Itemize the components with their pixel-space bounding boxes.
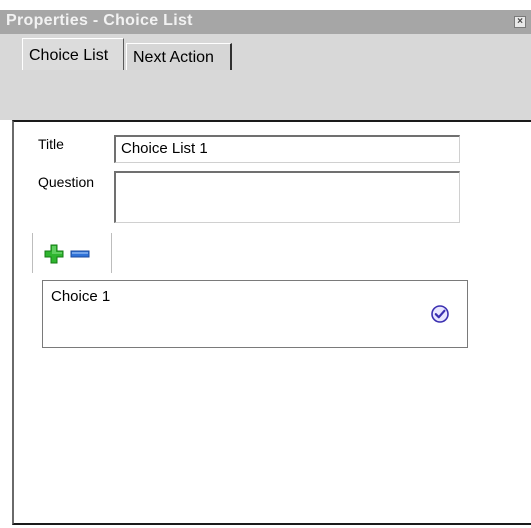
properties-window: Properties - Choice List × Choice List N… [0, 0, 531, 528]
properties-panel: Title Choice List 1 Question Choice 1 [12, 120, 531, 525]
list-item[interactable]: Choice 1 [43, 281, 467, 347]
title-field[interactable]: Choice List 1 [114, 135, 460, 163]
window-title: Properties - Choice List [6, 12, 193, 29]
question-field[interactable] [114, 171, 460, 223]
choice-label: Choice 1 [51, 288, 111, 305]
title-bar[interactable]: Properties - Choice List × [0, 10, 531, 34]
minus-icon [70, 250, 90, 258]
choice-list: Choice 1 [42, 280, 468, 348]
tab-next-action[interactable]: Next Action [126, 43, 232, 70]
add-choice-button[interactable] [43, 243, 65, 265]
question-label: Question [38, 174, 95, 190]
title-label: Title [38, 136, 64, 152]
close-button[interactable]: × [514, 16, 526, 28]
tab-strip: Choice List Next Action [0, 34, 531, 120]
remove-choice-button[interactable] [69, 243, 91, 265]
plus-icon [44, 244, 64, 264]
choice-toolbar [32, 233, 112, 273]
check-circle-icon[interactable] [430, 304, 450, 324]
tab-choice-list[interactable]: Choice List [22, 38, 124, 70]
